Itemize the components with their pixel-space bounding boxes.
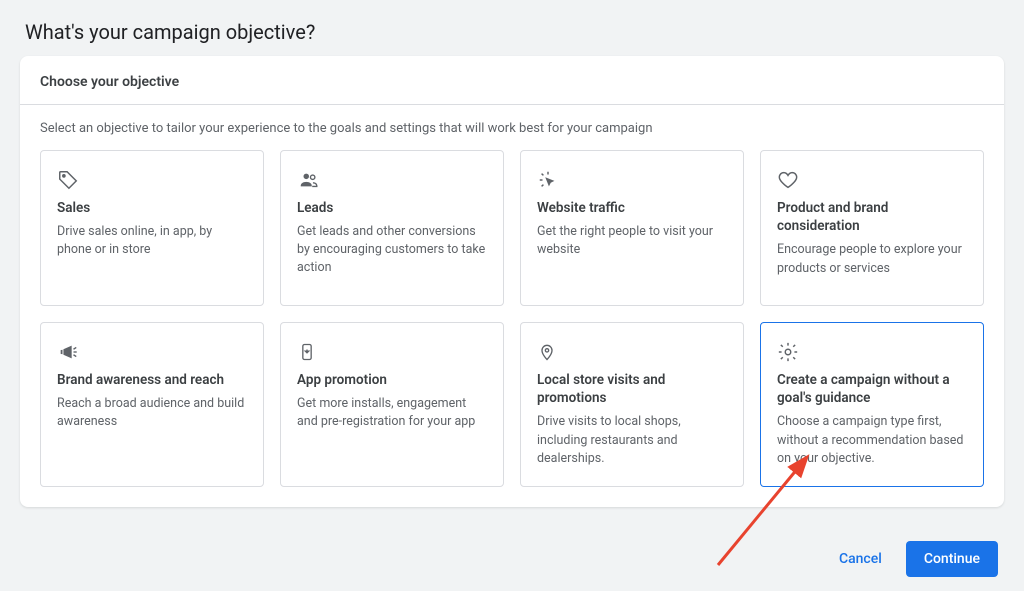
objective-card-pin[interactable]: Local store visits and promotions Drive … <box>520 322 744 487</box>
page-title: What's your campaign objective? <box>0 0 1024 56</box>
heart-icon <box>777 167 967 193</box>
objective-card-click[interactable]: Website traffic Get the right people to … <box>520 150 744 306</box>
objective-grid: Sales Drive sales online, in app, by pho… <box>20 150 1004 507</box>
panel-subtext: Select an objective to tailor your exper… <box>20 105 1004 150</box>
objective-desc: Get more installs, engagement and pre-re… <box>297 395 487 431</box>
people-icon <box>297 167 487 193</box>
objective-panel: Choose your objective Select an objectiv… <box>20 56 1004 507</box>
objective-card-gear[interactable]: Create a campaign without a goal's guida… <box>760 322 984 487</box>
objective-desc: Reach a broad audience and build awarene… <box>57 395 247 431</box>
objective-desc: Get leads and other conversions by encou… <box>297 223 487 277</box>
footer-actions: Cancel Continue <box>821 541 998 577</box>
objective-card-megaphone[interactable]: Brand awareness and reach Reach a broad … <box>40 322 264 487</box>
objective-card-phone[interactable]: App promotion Get more installs, engagem… <box>280 322 504 487</box>
tag-icon <box>57 167 247 193</box>
megaphone-icon <box>57 339 247 365</box>
click-icon <box>537 167 727 193</box>
objective-card-people[interactable]: Leads Get leads and other conversions by… <box>280 150 504 306</box>
phone-icon <box>297 339 487 365</box>
panel-title: Choose your objective <box>20 56 1004 105</box>
objective-desc: Drive sales online, in app, by phone or … <box>57 223 247 259</box>
objective-title: Create a campaign without a goal's guida… <box>777 371 967 407</box>
objective-title: Brand awareness and reach <box>57 371 247 389</box>
objective-desc: Drive visits to local shops, including r… <box>537 413 727 467</box>
objective-title: Local store visits and promotions <box>537 371 727 407</box>
pin-icon <box>537 339 727 365</box>
objective-title: Leads <box>297 199 487 217</box>
objective-desc: Encourage people to explore your product… <box>777 241 967 277</box>
gear-icon <box>777 339 967 365</box>
objective-title: App promotion <box>297 371 487 389</box>
objective-title: Website traffic <box>537 199 727 217</box>
cancel-button[interactable]: Cancel <box>821 541 900 577</box>
objective-card-tag[interactable]: Sales Drive sales online, in app, by pho… <box>40 150 264 306</box>
objective-title: Sales <box>57 199 247 217</box>
objective-card-heart[interactable]: Product and brand consideration Encourag… <box>760 150 984 306</box>
objective-desc: Choose a campaign type first, without a … <box>777 413 967 467</box>
objective-desc: Get the right people to visit your websi… <box>537 223 727 259</box>
objective-title: Product and brand consideration <box>777 199 967 235</box>
continue-button[interactable]: Continue <box>906 541 998 577</box>
